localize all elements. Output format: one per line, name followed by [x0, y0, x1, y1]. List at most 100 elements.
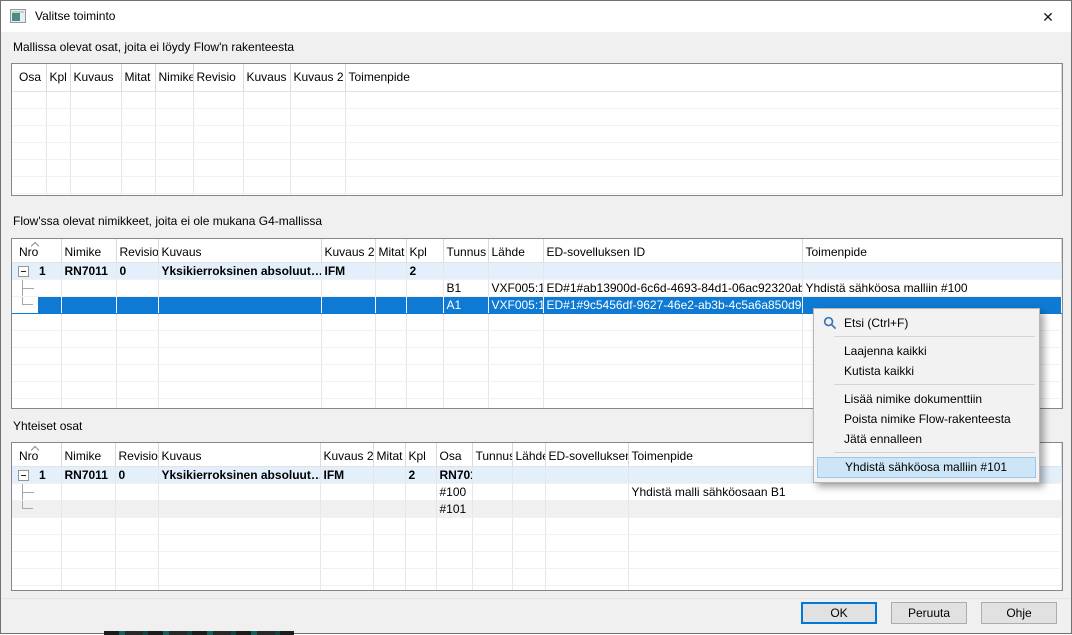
help-button[interactable]: Ohje: [981, 602, 1057, 624]
column-header-lahde[interactable]: Lähde: [488, 239, 543, 262]
cell-kuvaus-2: IFM: [321, 262, 375, 279]
table-row-child-101[interactable]: #101: [12, 500, 1062, 517]
cell-tunnus: A1: [443, 296, 488, 313]
column-header-nro[interactable]: Nro: [12, 443, 61, 466]
close-button[interactable]: ✕: [1025, 1, 1071, 32]
column-header-mitat[interactable]: Mitat: [375, 239, 406, 262]
column-header-nimike[interactable]: Nimike: [61, 443, 115, 466]
empty-row: [12, 125, 1062, 142]
app-icon: [10, 9, 26, 23]
cell-lahde: VXF005:1: [488, 296, 543, 313]
column-header-kuvaus[interactable]: Kuvaus: [158, 443, 320, 466]
cell-osa: #100: [436, 483, 472, 500]
section-label-flow-items: Flow'ssa olevat nimikkeet, joita ei ole …: [13, 214, 322, 228]
menu-item-remove-item-from-flow[interactable]: Poista nimike Flow-rakenteesta: [814, 409, 1039, 429]
cell-kpl: 2: [406, 262, 443, 279]
collapse-expander-icon[interactable]: [18, 266, 29, 277]
empty-row: [12, 193, 1062, 196]
cell-tunnus: B1: [443, 279, 488, 296]
cell-osa: RN7011: [436, 466, 472, 483]
tree-branch-icon: [22, 484, 33, 500]
cell-kuvaus-2: IFM: [320, 466, 373, 483]
column-header-osa[interactable]: Osa: [436, 443, 472, 466]
column-header-kuvaus-2[interactable]: Kuvaus 2: [321, 239, 375, 262]
table-row-child-b1[interactable]: B1 VXF005:1 ED#1#ab13900d-6c6d-4693-84d1…: [12, 279, 1062, 296]
menu-separator: [834, 452, 1035, 453]
menu-item-merge-electrical-part[interactable]: Yhdistä sähköosa malliin #101: [817, 457, 1036, 478]
close-icon: ✕: [1042, 10, 1054, 24]
column-header-tunnus[interactable]: Tunnus: [472, 443, 512, 466]
column-header-lahde[interactable]: Lähde: [512, 443, 545, 466]
menu-item-expand-all[interactable]: Laajenna kaikki: [814, 341, 1039, 361]
column-header-nimike[interactable]: Nimike: [61, 239, 116, 262]
column-header-revisio[interactable]: Revisio: [193, 64, 243, 91]
column-header-kpl[interactable]: Kpl: [46, 64, 70, 91]
cancel-button[interactable]: Peruuta: [891, 602, 967, 624]
cell-kuvaus: Yksikierroksinen absoluut…: [158, 262, 321, 279]
column-header-kuvaus-2[interactable]: Kuvaus 2: [320, 443, 373, 466]
column-header-tunnus[interactable]: Tunnus: [443, 239, 488, 262]
tree-branch-end-icon: [22, 501, 33, 509]
menu-item-leave-unchanged[interactable]: Jätä ennalleen: [814, 429, 1039, 449]
column-header-osa[interactable]: Osa: [12, 64, 46, 91]
column-header-kuvaus-2[interactable]: Kuvaus 2: [290, 64, 345, 91]
column-header-kpl[interactable]: Kpl: [405, 443, 436, 466]
empty-row: [12, 551, 1062, 568]
cell-nro: 1: [12, 466, 61, 483]
menu-item-find[interactable]: Etsi (Ctrl+F): [814, 313, 1039, 333]
tree-branch-icon: [22, 280, 33, 296]
column-header-mitat[interactable]: Mitat: [121, 64, 155, 91]
collapse-expander-icon[interactable]: [18, 470, 29, 481]
ok-button[interactable]: OK: [801, 602, 877, 624]
search-icon: [823, 316, 837, 330]
tree-branch-end-icon: [22, 297, 33, 305]
cell-nimike: RN7011: [61, 262, 116, 279]
cell-kuvaus: Yksikierroksinen absoluut…: [158, 466, 320, 483]
cell-osa: #101: [436, 500, 472, 517]
column-header-kpl[interactable]: Kpl: [406, 239, 443, 262]
column-header-kuvaus[interactable]: Kuvaus: [70, 64, 121, 91]
empty-row: [12, 91, 1062, 108]
cell-revisio: 0: [115, 466, 158, 483]
column-header-toimenpide[interactable]: Toimenpide: [802, 239, 1062, 262]
column-header-nimike[interactable]: Nimike: [155, 64, 193, 91]
section-label-common-parts: Yhteiset osat: [13, 419, 82, 433]
dialog-valitse-toiminto: Valitse toiminto ✕ Mallissa olevat osat,…: [0, 0, 1072, 634]
cell-kpl: 2: [405, 466, 436, 483]
column-header-toimenpide[interactable]: Toimenpide: [345, 64, 1062, 91]
cell-ed-id: ED#1#ab13900d-6c6d-4693-84d1-06ac92320ab…: [543, 279, 802, 296]
header-row: Osa Kpl Kuvaus Mitat Nimike Revisio Kuva…: [12, 64, 1062, 91]
empty-row: [12, 517, 1062, 534]
menu-separator: [834, 336, 1035, 337]
model-parts-table: Osa Kpl Kuvaus Mitat Nimike Revisio Kuva…: [11, 63, 1063, 196]
empty-row: [12, 159, 1062, 176]
cell-ed-id: ED#1#9c5456df-9627-46e2-ab3b-4c5a6a850d9…: [543, 296, 802, 313]
table-row-parent[interactable]: 1 RN7011 0 Yksikierroksinen absoluut… IF…: [12, 262, 1062, 279]
empty-row: [12, 108, 1062, 125]
header-row: Nro Nimike Revisio Kuvaus Kuvaus 2 Mitat…: [12, 239, 1062, 262]
column-header-revisio[interactable]: Revisio: [115, 443, 158, 466]
cell-nimike: RN7011: [61, 466, 115, 483]
column-header-nro[interactable]: Nro: [12, 239, 61, 262]
section-label-model-parts: Mallissa olevat osat, joita ei löydy Flo…: [13, 40, 294, 54]
empty-row: [12, 142, 1062, 159]
column-header-mitat[interactable]: Mitat: [373, 443, 405, 466]
cell-nro: 1: [12, 262, 61, 279]
column-header-kuvaus[interactable]: Kuvaus: [158, 239, 321, 262]
cell-toimenpide: Yhdistä sähköosa malliin #100: [802, 279, 1062, 296]
menu-item-collapse-all[interactable]: Kutista kaikki: [814, 361, 1039, 381]
menu-item-add-item-to-document[interactable]: Lisää nimike dokumenttiin: [814, 389, 1039, 409]
menu-separator: [834, 384, 1035, 385]
cell-revisio: 0: [116, 262, 158, 279]
title-bar: Valitse toiminto ✕: [1, 1, 1071, 32]
column-header-revisio[interactable]: Revisio: [116, 239, 158, 262]
dialog-title: Valitse toiminto: [35, 9, 115, 23]
table-row-child-100[interactable]: #100 Yhdistä malli sähköosaan B1: [12, 483, 1062, 500]
column-header-ed-id[interactable]: ED-sovelluksen ID: [543, 239, 802, 262]
empty-row: [12, 534, 1062, 551]
empty-row: [12, 176, 1062, 193]
context-menu: Etsi (Ctrl+F) Laajenna kaikki Kutista ka…: [813, 308, 1040, 483]
column-header-kuvaus2[interactable]: Kuvaus: [243, 64, 290, 91]
column-header-ed-id[interactable]: ED-sovelluksen ID: [545, 443, 628, 466]
cell-mitat: [375, 262, 406, 279]
